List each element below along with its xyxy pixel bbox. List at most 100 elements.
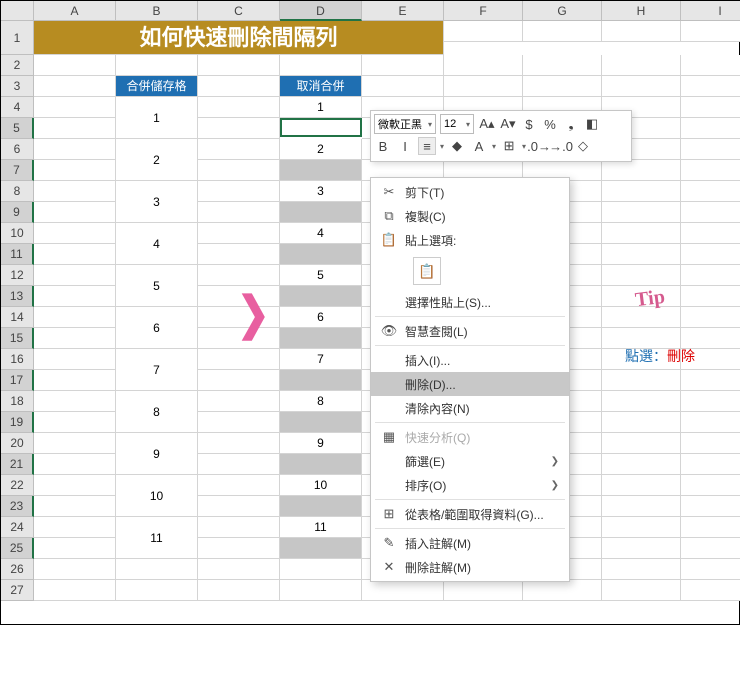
row-header[interactable]: 15: [1, 328, 34, 349]
cell[interactable]: [523, 21, 602, 42]
cell[interactable]: [34, 475, 116, 496]
cell[interactable]: [280, 55, 362, 76]
cell[interactable]: [280, 559, 362, 580]
cell[interactable]: [681, 517, 740, 538]
data-cell[interactable]: 9: [280, 433, 362, 454]
cell[interactable]: [362, 55, 444, 76]
data-cell[interactable]: 3: [280, 181, 362, 202]
cell[interactable]: [602, 76, 681, 97]
selected-cell[interactable]: [280, 370, 362, 391]
cell[interactable]: [34, 223, 116, 244]
cell[interactable]: [34, 433, 116, 454]
cell[interactable]: [602, 21, 681, 42]
selected-cell[interactable]: [280, 496, 362, 517]
column-header-i[interactable]: I: [681, 1, 740, 21]
column-header-d[interactable]: D: [280, 1, 362, 21]
cell[interactable]: [198, 433, 280, 454]
cell[interactable]: [602, 412, 681, 433]
cell[interactable]: [602, 55, 681, 76]
column-header-g[interactable]: G: [523, 1, 602, 21]
cell[interactable]: [34, 538, 116, 559]
row-header[interactable]: 11: [1, 244, 34, 265]
font-color-icon[interactable]: A: [470, 137, 488, 155]
cell[interactable]: [198, 496, 280, 517]
copy-menu[interactable]: ⧉複製(C): [371, 204, 569, 228]
sort-menu[interactable]: 排序(O)❯: [371, 473, 569, 497]
cell[interactable]: [34, 517, 116, 538]
cell[interactable]: [34, 349, 116, 370]
font-name-dropdown[interactable]: 微軟正黑▾: [374, 114, 436, 134]
column-header-b[interactable]: B: [116, 1, 198, 21]
cell[interactable]: [280, 580, 362, 601]
select-all-corner[interactable]: [1, 1, 34, 21]
cell[interactable]: [198, 475, 280, 496]
cell[interactable]: [681, 580, 740, 601]
cell[interactable]: [34, 328, 116, 349]
comma-icon[interactable]: ❟: [562, 115, 580, 133]
delete-menu[interactable]: 刪除(D)...: [371, 372, 569, 396]
smart-lookup-menu[interactable]: 👁智慧查閱(L): [371, 319, 569, 343]
cell[interactable]: [116, 559, 198, 580]
cell[interactable]: [602, 181, 681, 202]
cell[interactable]: [681, 76, 740, 97]
cell[interactable]: [681, 475, 740, 496]
decrease-font-icon[interactable]: A▾: [499, 115, 517, 133]
cell[interactable]: [34, 496, 116, 517]
selected-cell[interactable]: [280, 160, 362, 181]
clear-format-icon[interactable]: ◇: [574, 137, 592, 155]
cell[interactable]: [198, 538, 280, 559]
row-header[interactable]: 1: [1, 21, 34, 55]
row-header[interactable]: 27: [1, 580, 34, 601]
cell[interactable]: [444, 580, 523, 601]
cell[interactable]: [523, 76, 602, 97]
data-cell[interactable]: 5: [280, 265, 362, 286]
cell[interactable]: [34, 307, 116, 328]
get-table-data-menu[interactable]: ⊞從表格/範圍取得資料(G)...: [371, 502, 569, 526]
cell[interactable]: [34, 391, 116, 412]
row-header[interactable]: 23: [1, 496, 34, 517]
selected-cell[interactable]: [280, 454, 362, 475]
currency-icon[interactable]: $: [520, 115, 538, 133]
selected-cell[interactable]: [280, 412, 362, 433]
cell[interactable]: [444, 76, 523, 97]
cell[interactable]: [523, 55, 602, 76]
cell[interactable]: [362, 580, 444, 601]
column-header-c[interactable]: C: [198, 1, 280, 21]
cell[interactable]: [34, 118, 116, 139]
cell[interactable]: [198, 139, 280, 160]
cell[interactable]: [34, 160, 116, 181]
cell[interactable]: [681, 391, 740, 412]
cell[interactable]: [198, 55, 280, 76]
column-header-e[interactable]: E: [362, 1, 444, 21]
row-header[interactable]: 18: [1, 391, 34, 412]
row-header[interactable]: 17: [1, 370, 34, 391]
cell[interactable]: [681, 139, 740, 160]
cell[interactable]: [602, 160, 681, 181]
data-cell[interactable]: 4: [280, 223, 362, 244]
cell[interactable]: [602, 517, 681, 538]
data-cell[interactable]: 2: [280, 139, 362, 160]
cell[interactable]: [444, 21, 523, 42]
cell[interactable]: [681, 454, 740, 475]
cell[interactable]: [34, 97, 116, 118]
cell[interactable]: [34, 412, 116, 433]
fill-color-icon[interactable]: ◆: [448, 137, 466, 155]
cell[interactable]: [198, 559, 280, 580]
cell[interactable]: [681, 538, 740, 559]
data-cell[interactable]: 1: [280, 97, 362, 118]
row-header[interactable]: 21: [1, 454, 34, 475]
cell[interactable]: [198, 160, 280, 181]
data-cell[interactable]: 6: [280, 307, 362, 328]
cell[interactable]: [34, 265, 116, 286]
cell[interactable]: [602, 496, 681, 517]
cell[interactable]: [198, 76, 280, 97]
row-header[interactable]: 8: [1, 181, 34, 202]
cell[interactable]: [198, 118, 280, 139]
paste-options-menu[interactable]: 📋貼上選項:: [371, 228, 569, 252]
row-header[interactable]: 7: [1, 160, 34, 181]
cell[interactable]: [34, 202, 116, 223]
cell[interactable]: [198, 349, 280, 370]
row-header[interactable]: 12: [1, 265, 34, 286]
cell[interactable]: [681, 118, 740, 139]
cell[interactable]: [681, 202, 740, 223]
